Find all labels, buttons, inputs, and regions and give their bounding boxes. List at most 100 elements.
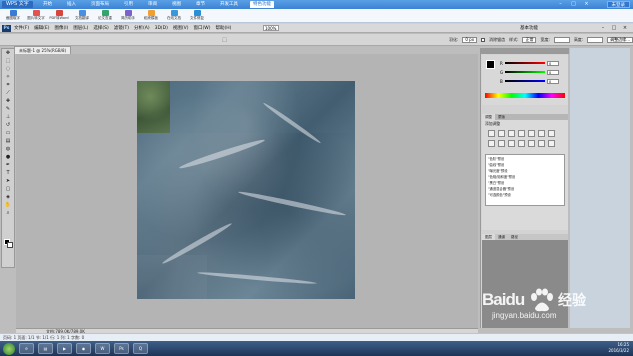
eyedropper-icon[interactable]: ⟋ xyxy=(2,89,14,97)
menu-3d[interactable]: 3D(D) xyxy=(155,25,168,32)
maximize-icon[interactable]: □ xyxy=(569,1,578,7)
close-icon[interactable]: × xyxy=(621,25,629,31)
refine-edge-button[interactable]: 调整边缘... xyxy=(607,36,633,43)
history-brush-icon[interactable]: ↺ xyxy=(2,121,14,129)
document-tab[interactable]: 未标题-1 @ 25%(RGB/8) xyxy=(14,46,72,54)
blur-tool-icon[interactable]: ◍ xyxy=(2,145,14,153)
menu-help[interactable]: 帮助(H) xyxy=(215,25,231,32)
ribbon-item[interactable]: 文档翻译 xyxy=(72,9,92,22)
move-tool-icon[interactable]: ✥ xyxy=(2,49,14,57)
maximize-icon[interactable]: □ xyxy=(610,25,618,31)
login-button[interactable]: 未登录 xyxy=(606,1,630,8)
ribbon-item[interactable]: 截图取字 xyxy=(3,9,23,22)
slider-b[interactable]: B 0 xyxy=(500,77,564,85)
menu-view[interactable]: 视图(V) xyxy=(173,25,189,32)
slider-g[interactable]: G 0 xyxy=(500,68,564,76)
feather-input[interactable]: 0 px xyxy=(462,36,478,43)
slider-track[interactable] xyxy=(505,71,545,73)
menu-edit[interactable]: 编辑(E) xyxy=(34,25,49,32)
menu-analysis[interactable]: 分析(A) xyxy=(134,25,150,32)
exposure-icon[interactable] xyxy=(518,130,525,137)
brightness-icon[interactable] xyxy=(488,130,495,137)
path-select-icon[interactable]: ➤ xyxy=(2,177,14,185)
pen-tool-icon[interactable]: ✒ xyxy=(2,161,14,169)
slider-r[interactable]: R 0 xyxy=(500,59,564,67)
start-button[interactable] xyxy=(3,342,15,355)
taskbar-qq-icon[interactable]: Q xyxy=(133,343,148,354)
hue-saturation-icon[interactable] xyxy=(538,130,545,137)
heal-tool-icon[interactable]: ✚ xyxy=(2,97,14,105)
invert-icon[interactable] xyxy=(518,140,525,147)
curves-icon[interactable] xyxy=(508,130,515,137)
lasso-tool-icon[interactable]: ◌ xyxy=(2,65,14,73)
wps-tab-home[interactable]: 开始 xyxy=(40,1,55,8)
menu-layer[interactable]: 图层(L) xyxy=(73,25,88,32)
posterize-icon[interactable] xyxy=(528,140,535,147)
crop-tool-icon[interactable]: ⌗ xyxy=(2,81,14,89)
slider-track[interactable] xyxy=(505,62,545,64)
black-white-icon[interactable] xyxy=(488,140,495,147)
tab-paths[interactable]: 路径 xyxy=(508,234,521,240)
wps-tab-developer[interactable]: 开发工具 xyxy=(217,1,241,8)
ribbon-item[interactable]: 在线文档 xyxy=(164,9,184,22)
photo-filter-icon[interactable] xyxy=(498,140,505,147)
ribbon-item[interactable]: 论文查重 xyxy=(95,9,115,22)
vibrance-icon[interactable] xyxy=(528,130,535,137)
marquee-tool-icon[interactable]: ⬚ xyxy=(2,57,14,65)
levels-icon[interactable] xyxy=(498,130,505,137)
list-item[interactable]: "可选颜色"预设 xyxy=(488,192,562,198)
hand-tool-icon[interactable]: ✋ xyxy=(2,201,14,209)
taskbar-folder-icon[interactable]: ▤ xyxy=(38,343,53,354)
minimize-icon[interactable]: – xyxy=(556,1,565,7)
image-canvas[interactable] xyxy=(137,81,355,299)
menu-window[interactable]: 窗口(W) xyxy=(193,25,210,32)
color-panel-swatch[interactable] xyxy=(486,60,495,69)
ribbon-item[interactable]: 稻壳模板 xyxy=(141,9,161,22)
zoom-select[interactable]: 100% xyxy=(263,25,279,31)
slider-track[interactable] xyxy=(505,80,545,82)
wps-tab-insert[interactable]: 插入 xyxy=(64,1,79,8)
taskbar-ie-icon[interactable]: e xyxy=(19,343,34,354)
wps-tab-chapter[interactable]: 章节 xyxy=(193,1,208,8)
taskbar-wps-icon[interactable]: W xyxy=(95,343,110,354)
close-icon[interactable]: × xyxy=(582,1,591,7)
3d-tool-icon[interactable]: ◈ xyxy=(2,193,14,201)
wps-tab-special[interactable]: 特色功能 xyxy=(250,1,274,8)
color-spectrum[interactable] xyxy=(485,93,565,98)
style-select[interactable]: 正常 xyxy=(522,36,537,43)
zoom-tool-icon[interactable]: ⌕ xyxy=(2,209,14,217)
threshold-icon[interactable] xyxy=(538,140,545,147)
ribbon-item[interactable]: 图片转文字 xyxy=(26,9,46,22)
tab-layers[interactable]: 图层 xyxy=(482,234,495,240)
width-input[interactable] xyxy=(553,36,570,43)
gradient-map-icon[interactable] xyxy=(548,140,555,147)
ribbon-item[interactable]: 文件修复 xyxy=(187,9,207,22)
wps-tab-layout[interactable]: 页面布局 xyxy=(88,1,112,8)
taskbar-ps-icon[interactable]: Ps xyxy=(114,343,129,354)
marquee-tool-icon[interactable]: ⬚ xyxy=(219,36,231,44)
menu-filter[interactable]: 滤镜(T) xyxy=(114,25,129,32)
menu-file[interactable]: 文件(F) xyxy=(14,25,29,32)
height-input[interactable] xyxy=(587,36,604,43)
wps-tab-view[interactable]: 视图 xyxy=(169,1,184,8)
menu-image[interactable]: 图像(I) xyxy=(54,25,68,32)
type-tool-icon[interactable]: T xyxy=(2,169,14,177)
menu-select[interactable]: 选择(S) xyxy=(93,25,108,32)
magic-wand-icon[interactable]: ✧ xyxy=(2,73,14,81)
antialias-checkbox[interactable] xyxy=(481,37,486,42)
taskbar-player-icon[interactable]: ▶ xyxy=(57,343,72,354)
dodge-tool-icon[interactable]: ● xyxy=(2,153,14,161)
color-balance-icon[interactable] xyxy=(548,130,555,137)
eraser-tool-icon[interactable]: ▭ xyxy=(2,129,14,137)
tab-channels[interactable]: 通道 xyxy=(495,234,508,240)
minimize-icon[interactable]: – xyxy=(599,25,607,31)
gradient-tool-icon[interactable]: ▤ xyxy=(2,137,14,145)
taskbar-browser-icon[interactable]: ◉ xyxy=(76,343,91,354)
channel-mixer-icon[interactable] xyxy=(508,140,515,147)
stamp-tool-icon[interactable]: ⊥ xyxy=(2,113,14,121)
ribbon-item[interactable]: 简历助手 xyxy=(118,9,138,22)
shape-tool-icon[interactable]: ▢ xyxy=(2,185,14,193)
background-color-swatch[interactable] xyxy=(7,242,13,248)
brush-tool-icon[interactable]: ✎ xyxy=(2,105,14,113)
system-clock[interactable]: 16:25 2016/3/22 xyxy=(608,342,629,354)
